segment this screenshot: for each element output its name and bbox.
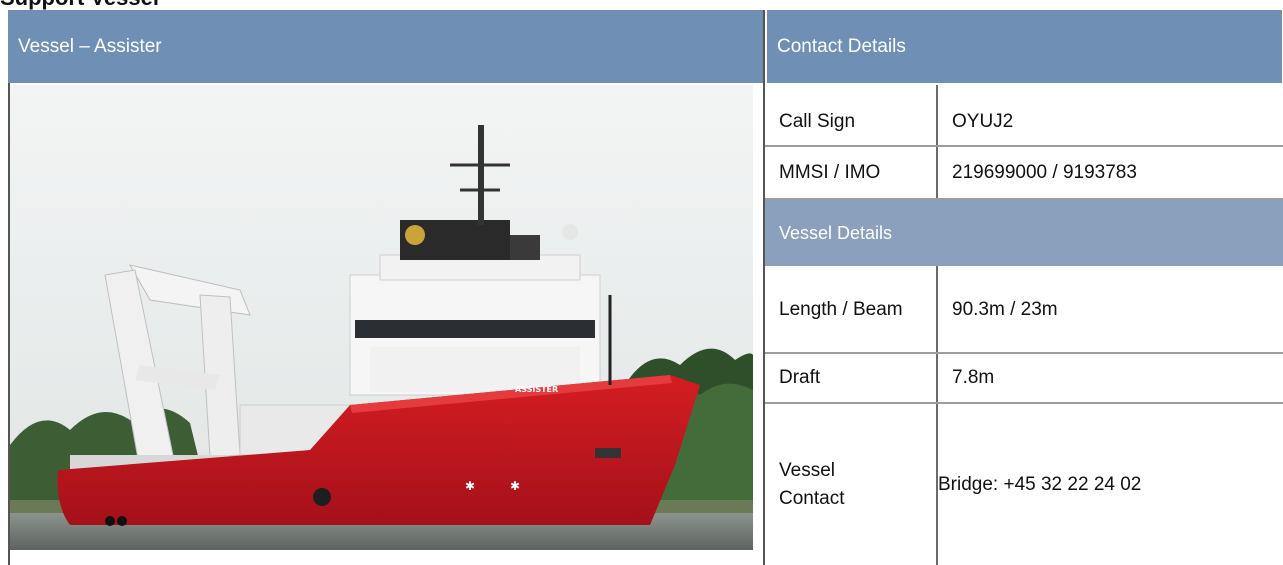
- svg-text:✱: ✱: [510, 479, 520, 493]
- svg-text:✱: ✱: [465, 479, 475, 493]
- contact-details-header: Contact Details: [767, 10, 1282, 83]
- vessel-contact-value: Bridge: +45 32 22 24 02: [938, 473, 1142, 495]
- call-sign-value: OYUJ2: [952, 111, 1014, 132]
- draft-label: Draft: [779, 367, 821, 388]
- page-heading: Support Vessel: [0, 0, 400, 10]
- vessel-contact-label: Vessel Contact: [765, 404, 936, 565]
- hull-name-text: ASSISTER: [515, 385, 558, 394]
- mmsi-imo-value: 219699000 / 9193783: [952, 161, 1137, 183]
- vessel-contact-label-line2: Contact: [779, 487, 845, 509]
- length-beam-label: Length / Beam: [779, 299, 903, 320]
- mmsi-imo-label: MMSI / IMO: [779, 161, 881, 183]
- call-sign-label: Call Sign: [779, 111, 856, 132]
- vessel-photo: ASSISTER ✱ ✱: [10, 85, 753, 550]
- draft-value: 7.8m: [952, 367, 995, 388]
- vessel-header: Vessel – Assister: [8, 10, 763, 83]
- vessel-details-subheader: Vessel Details: [765, 200, 1283, 266]
- length-beam-value: 90.3m / 23m: [952, 299, 1058, 320]
- vessel-contact-label-line1: Vessel: [779, 459, 835, 481]
